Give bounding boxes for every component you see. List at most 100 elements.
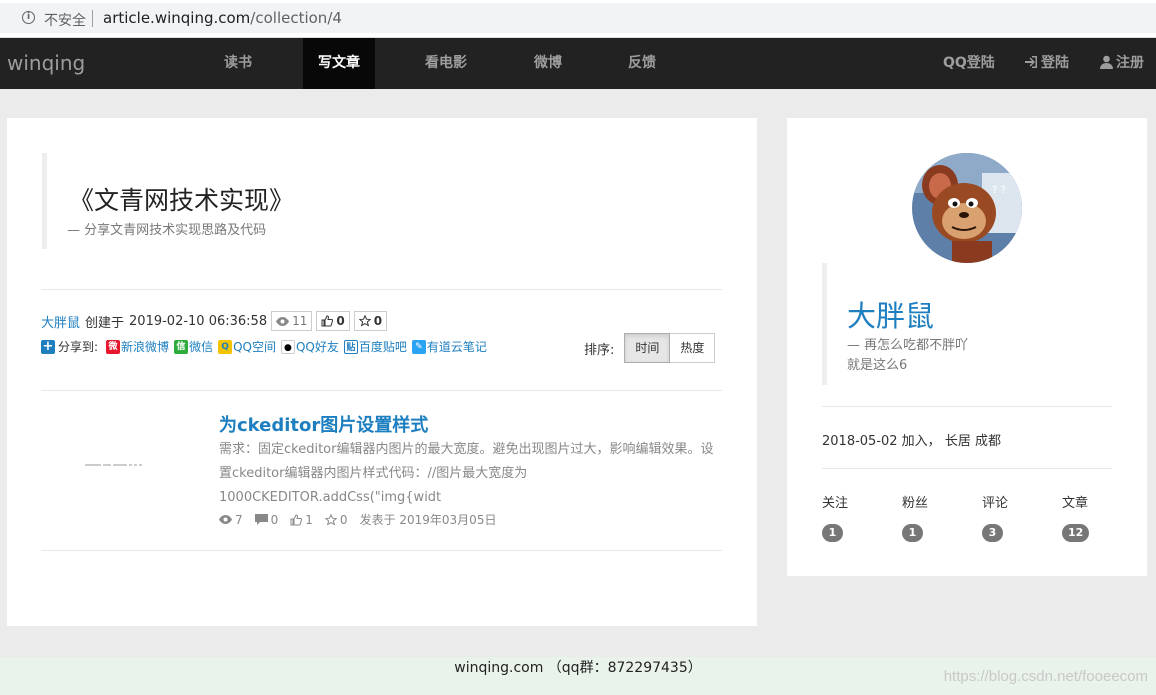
share-tieba[interactable]: 贴百度贴吧: [343, 338, 407, 355]
article-item: 为ckeditor图片设置样式 需求：固定ckeditor编辑器内图片的最大宽度…: [41, 403, 721, 550]
sort-control: 排序: 时间 热度: [584, 333, 716, 363]
profile-motto-line-1: — 再怎么吃都不胖吖: [847, 338, 969, 353]
plus-icon[interactable]: +: [41, 339, 55, 354]
security-label: 不安全: [44, 13, 86, 29]
article-excerpt: 需求：固定ckeditor编辑器内图片的最大宽度。避免出现图片过大，影响编辑效果…: [219, 442, 714, 505]
wechat-icon: 信: [174, 339, 189, 354]
stat-comments[interactable]: 评论 3: [982, 492, 1042, 542]
stat-followers[interactable]: 粉丝 1: [902, 492, 962, 542]
profile-name[interactable]: 大胖鼠: [847, 293, 934, 335]
sort-by-time-button[interactable]: 时间: [624, 333, 671, 363]
share-weibo-label: 新浪微博: [121, 340, 170, 354]
profile-header: 大胖鼠 — 再怎么吃都不胖吖 就是这么6: [822, 263, 1112, 385]
nav-item-weibo[interactable]: 微博: [518, 38, 578, 89]
nav-item-reading[interactable]: 读书: [208, 38, 268, 89]
views-count: 11: [292, 314, 308, 328]
url-path: /collection/4: [250, 9, 342, 27]
article-stats: 7 0 1 0 发表于 2019年03月05日: [219, 511, 508, 528]
divider: [41, 550, 722, 551]
article-comments-count: 0: [270, 512, 279, 527]
like-button[interactable]: 0: [316, 311, 350, 331]
star-icon: [358, 315, 371, 327]
share-qzone[interactable]: Q QQ空间: [218, 338, 276, 355]
share-qq-friend[interactable]: ● QQ好友: [280, 338, 339, 355]
register-link[interactable]: 注册: [1100, 38, 1144, 89]
author-link[interactable]: 大胖鼠: [41, 312, 80, 331]
article-views-count: 7: [235, 512, 243, 527]
share-qq-friend-label: QQ好友: [295, 340, 339, 354]
profile-sidebar: ? ? 大胖鼠 — 再怎么吃都不胖吖 就是这么6 2018-05-02 加入， …: [787, 118, 1147, 576]
profile-motto-line-2: 就是这么6: [847, 358, 908, 373]
avatar-image: ? ?: [912, 153, 1022, 263]
created-time: 2019-02-10 06:36:58: [129, 313, 268, 329]
article-title[interactable]: 为ckeditor图片设置样式: [219, 411, 428, 437]
created-label: 创建于: [85, 315, 125, 331]
share-bar: + 分享到: 微新浪微博 信微信 Q QQ空间 ● QQ好友 贴百度贴吧 ✎ 有道云笔…: [41, 338, 492, 355]
like-count: 0: [336, 314, 345, 328]
divider: [92, 10, 93, 27]
share-wechat[interactable]: 信微信: [174, 338, 213, 355]
nav-item-feedback[interactable]: 反馈: [612, 38, 672, 89]
login-label: 登陆: [1041, 55, 1069, 71]
share-wechat-label: 微信: [189, 340, 214, 354]
top-navbar: winqing 读书 写文章 看电影 微博 反馈 QQ登陆 登陆 注册: [0, 38, 1156, 89]
stat-comments-count: 3: [982, 524, 1003, 542]
share-qzone-label: QQ空间: [233, 340, 276, 354]
qq-login-link[interactable]: QQ登陆: [943, 38, 995, 89]
sort-by-hot-button[interactable]: 热度: [670, 333, 716, 363]
star-icon: [324, 513, 337, 526]
stat-articles-count: 12: [1062, 524, 1090, 542]
login-link[interactable]: 登陆: [1024, 38, 1069, 89]
collection-header: 《文青网技术实现》 — 分享文青网技术实现思路及代码: [42, 153, 722, 249]
share-youdao[interactable]: ✎ 有道云笔记: [411, 338, 487, 355]
article-stars-count: 0: [339, 512, 348, 527]
stat-comments-label: 评论: [982, 496, 1009, 511]
qzone-icon: Q: [218, 339, 233, 354]
stat-following-count: 1: [822, 524, 843, 542]
user-icon: [1100, 55, 1113, 69]
article-stars: 0: [324, 512, 348, 527]
divider: [822, 406, 1112, 407]
star-button[interactable]: 0: [353, 311, 388, 331]
collection-description: — 分享文青网技术实现思路及代码: [67, 223, 267, 238]
article-likes-count: 1: [305, 512, 313, 527]
watermark-text: https://blog.csdn.net/fooeecom: [943, 668, 1148, 685]
stat-followers-label: 粉丝: [902, 496, 929, 511]
divider: [822, 468, 1112, 469]
sort-label: 排序:: [584, 342, 615, 358]
eye-icon: [276, 316, 290, 326]
brand-logo[interactable]: winqing: [7, 51, 85, 75]
stat-followers-count: 1: [902, 524, 923, 542]
qq-penguin-icon: ●: [280, 339, 295, 354]
url-host: article.winqing.com: [103, 9, 251, 27]
article-views: 7: [219, 513, 243, 527]
collection-panel: 《文青网技术实现》 — 分享文青网技术实现思路及代码 大胖鼠 创建于 2019-…: [7, 118, 757, 626]
article-comments: 0: [254, 512, 279, 527]
stat-articles[interactable]: 文章 12: [1062, 492, 1122, 542]
nav-item-write[interactable]: 写文章: [303, 38, 375, 89]
stat-following[interactable]: 关注 1: [822, 492, 882, 542]
share-youdao-label: 有道云笔记: [426, 340, 487, 354]
share-label: 分享到:: [58, 340, 99, 354]
collection-title: 《文青网技术实现》: [69, 186, 295, 215]
article-thumbnail[interactable]: [85, 455, 145, 466]
sort-button-group: 时间 热度: [624, 333, 716, 363]
url-text[interactable]: article.winqing.com/collection/4: [103, 9, 342, 27]
star-count: 0: [373, 314, 383, 328]
svg-text:? ?: ? ?: [992, 185, 1006, 196]
share-weibo[interactable]: 微新浪微博: [106, 338, 169, 355]
tieba-icon: 贴: [343, 339, 358, 354]
collection-meta: 大胖鼠 创建于 2019-02-10 06:36:58 11 0 0: [41, 311, 388, 331]
comment-icon: [254, 514, 268, 525]
thumbs-up-icon: [290, 513, 303, 525]
share-tieba-label: 百度贴吧: [358, 340, 407, 354]
eye-icon: [219, 515, 232, 524]
thumbs-up-icon: [321, 315, 334, 327]
divider: [41, 289, 722, 290]
profile-joined: 2018-05-02 加入， 长居 成都: [822, 434, 1001, 449]
article-likes: 1: [290, 513, 313, 527]
nav-item-movies[interactable]: 看电影: [416, 38, 476, 89]
avatar[interactable]: ? ?: [912, 153, 1022, 263]
info-icon[interactable]: i: [22, 11, 35, 24]
browser-address-bar: i 不安全 article.winqing.com/collection/4: [0, 0, 1156, 38]
